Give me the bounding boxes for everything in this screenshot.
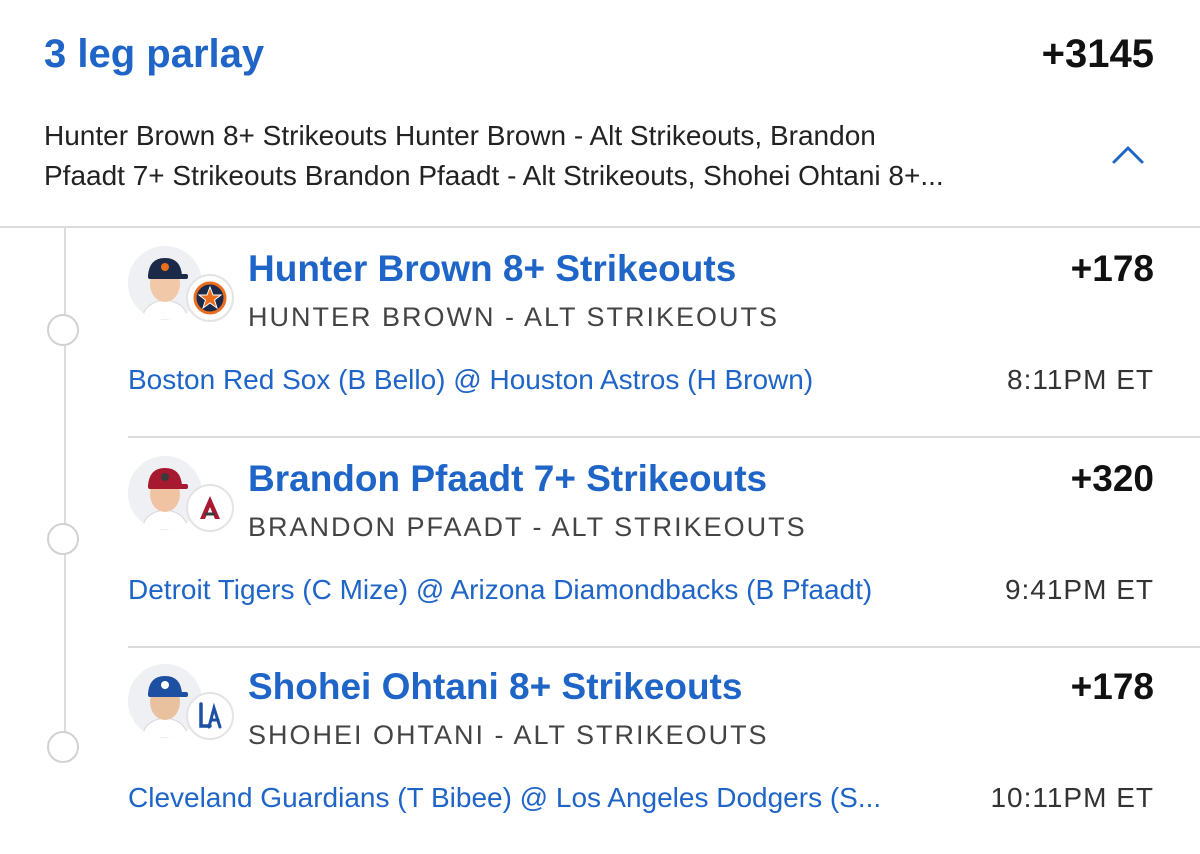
timeline-node — [47, 523, 79, 555]
leg-title: Brandon Pfaadt 7+ Strikeouts — [248, 458, 768, 499]
leg-game-time: 10:11PM ET — [990, 782, 1154, 813]
leg-matchup-link[interactable]: Cleveland Guardians (T Bibee) @ Los Ange… — [128, 782, 881, 814]
parlay-title: 3 leg parlay — [44, 32, 265, 76]
parlay-description-line: Pfaadt 7+ Strikeouts Brandon Pfaadt - Al… — [44, 160, 944, 191]
leg-odds: +178 — [1070, 666, 1154, 707]
astros-logo-icon — [186, 274, 234, 322]
leg-matchup-link[interactable]: Detroit Tigers (C Mize) @ Arizona Diamon… — [128, 574, 872, 606]
leg-odds: +178 — [1070, 248, 1154, 289]
leg-game-time: 8:11PM ET — [1007, 364, 1154, 395]
dodgers-logo-icon — [186, 692, 234, 740]
leg-item[interactable]: Hunter Brown 8+ Strikeouts +178 HUNTER B… — [128, 226, 1200, 438]
parlay-header[interactable]: 3 leg parlay +3145 Hunter Brown 8+ Strik… — [0, 0, 1200, 228]
parlay-description-line: Hunter Brown 8+ Strikeouts Hunter Brown … — [44, 120, 876, 151]
leg-odds: +320 — [1070, 458, 1154, 499]
leg-market: HUNTER BROWN - ALT STRIKEOUTS — [248, 302, 780, 332]
leg-game-time: 9:41PM ET — [1004, 574, 1154, 605]
leg-item[interactable]: Brandon Pfaadt 7+ Strikeouts +320 BRANDO… — [128, 436, 1200, 648]
leg-item[interactable]: Shohei Ohtani 8+ Strikeouts +178 SHOHEI … — [128, 644, 1200, 854]
leg-title: Hunter Brown 8+ Strikeouts — [248, 248, 737, 289]
timeline-node — [47, 314, 79, 346]
parlay-odds: +3145 — [1041, 32, 1154, 76]
leg-matchup-link[interactable]: Boston Red Sox (B Bello) @ Houston Astro… — [128, 364, 813, 396]
leg-market: SHOHEI OHTANI - ALT STRIKEOUTS — [248, 720, 769, 750]
timeline-line — [64, 226, 66, 746]
diamondbacks-logo-icon — [186, 484, 234, 532]
parlay-description: Hunter Brown 8+ Strikeouts Hunter Brown … — [44, 116, 1044, 196]
leg-market: BRANDON PFAADT - ALT STRIKEOUTS — [248, 512, 807, 542]
chevron-up-icon[interactable] — [1108, 138, 1148, 168]
timeline-node — [47, 731, 79, 763]
leg-title: Shohei Ohtani 8+ Strikeouts — [248, 666, 743, 707]
